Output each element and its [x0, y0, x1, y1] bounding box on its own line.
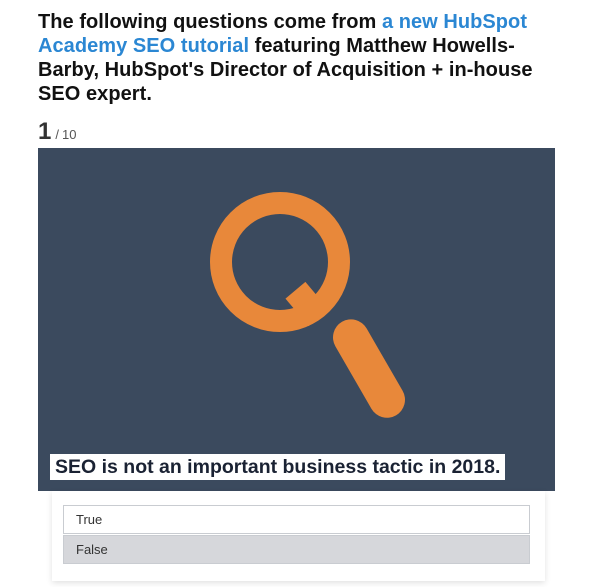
answer-option-false[interactable]: False [63, 535, 530, 564]
answer-options: True False [52, 491, 545, 581]
counter-separator: / [55, 127, 59, 142]
magnifying-glass-icon [210, 192, 405, 418]
question-text: SEO is not an important business tactic … [50, 454, 506, 480]
magnifier-handle [333, 319, 405, 418]
magnifier-lens [210, 192, 350, 332]
question-counter: 1 / 10 [38, 118, 76, 146]
answer-option-true[interactable]: True [63, 505, 530, 534]
question-card: SEO is not an important business tactic … [38, 148, 555, 491]
intro-prefix: The following questions come from [38, 11, 382, 33]
quiz-intro: The following questions come from a new … [38, 10, 558, 106]
total-questions: 10 [61, 127, 77, 142]
current-question-number: 1 [38, 118, 52, 145]
